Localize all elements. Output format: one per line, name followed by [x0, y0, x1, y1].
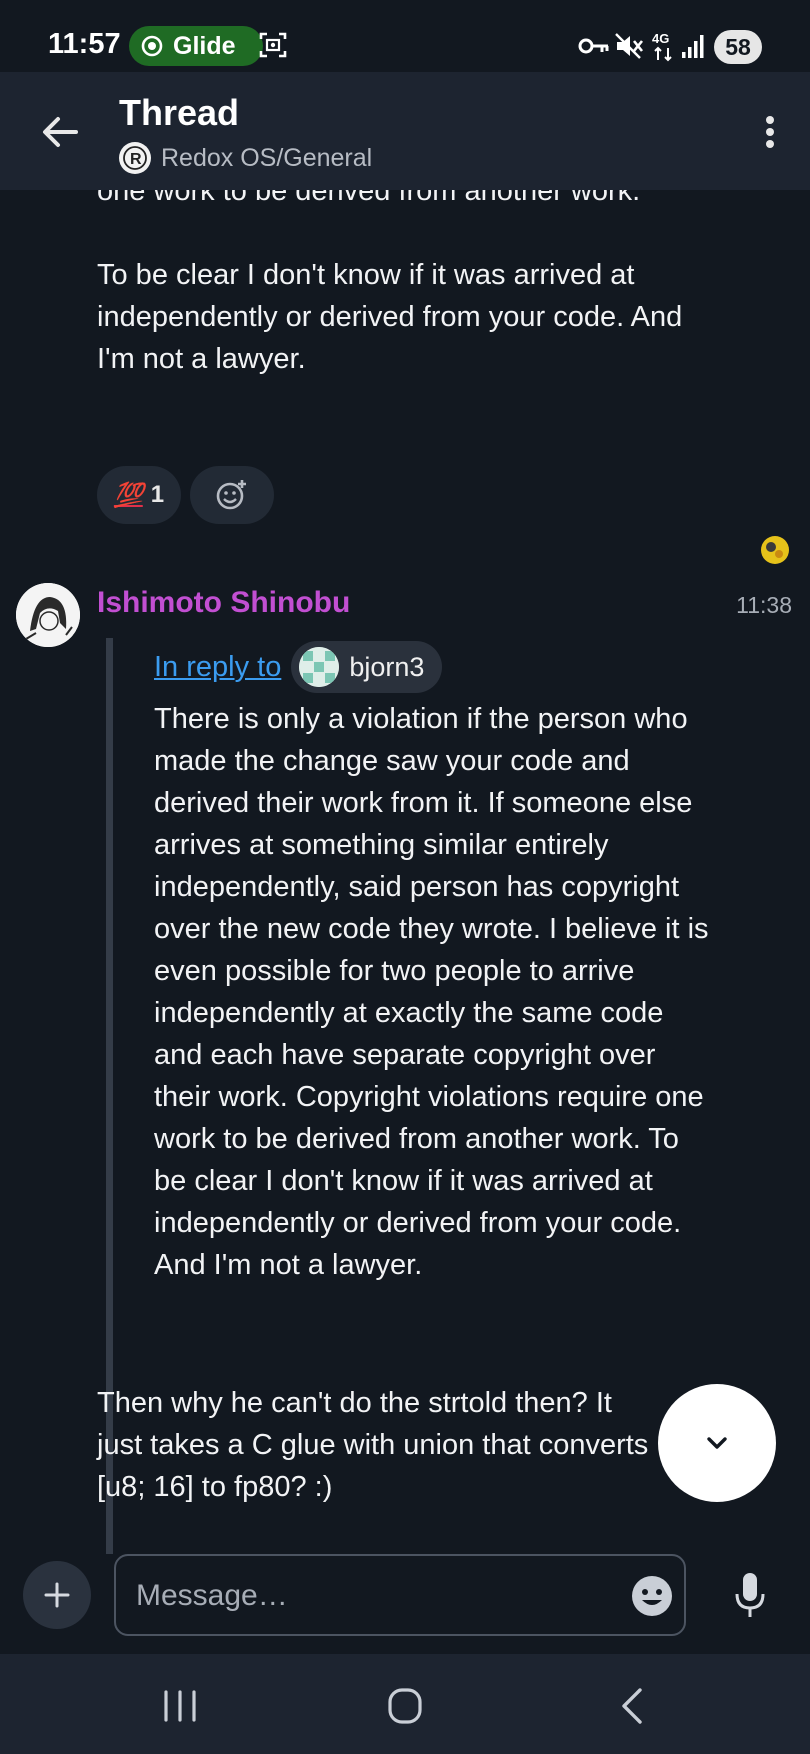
reaction-chip[interactable]: 💯 1	[97, 466, 181, 524]
message-timestamp: 11:38	[736, 592, 792, 618]
message-timeline[interactable]: one work to be derived from another work…	[0, 190, 810, 1554]
plus-icon	[44, 1582, 70, 1608]
in-reply-to-link[interactable]: In reply to	[154, 651, 281, 684]
emoji-icon[interactable]	[630, 1574, 674, 1618]
chevron-down-icon	[707, 1437, 727, 1449]
hundred-emoji-icon: 💯	[113, 481, 144, 509]
reply-user-avatar	[299, 647, 340, 687]
reaction-count: 1	[150, 481, 165, 508]
svg-text:R: R	[130, 151, 142, 168]
mute-icon	[615, 33, 644, 59]
reply-user-name: bjorn3	[349, 651, 425, 682]
attach-button[interactable]	[23, 1561, 91, 1629]
earlier-message-text: To be clear I don't know if it was arriv…	[97, 259, 683, 375]
message-body: Then why he can't do the strtold then? I…	[97, 1387, 649, 1503]
nav-back-icon[interactable]	[612, 1684, 652, 1728]
page-title: Thread	[119, 92, 240, 133]
back-arrow-icon[interactable]	[36, 108, 84, 156]
app-header: Thread R Redox OS/General	[0, 72, 810, 190]
recents-icon[interactable]	[160, 1686, 200, 1726]
microphone-icon[interactable]	[730, 1570, 770, 1620]
status-bar: 11:57 Glide 4G 58	[0, 0, 810, 72]
battery-icon: 58	[714, 30, 762, 64]
room-breadcrumb[interactable]: R Redox OS/General	[119, 142, 372, 174]
reply-user-pill[interactable]: bjorn3	[291, 641, 443, 693]
add-reaction-icon	[216, 480, 246, 510]
sender-name[interactable]: Ishimoto Shinobu	[97, 586, 350, 620]
room-name: Redox OS/General	[161, 143, 373, 172]
svg-text:4G: 4G	[652, 31, 669, 46]
avatar[interactable]	[16, 583, 80, 647]
scroll-to-bottom-button[interactable]	[658, 1384, 776, 1502]
message-input-box[interactable]	[114, 1554, 686, 1636]
earlier-message-partial: one work to be derived from another work…	[97, 190, 641, 207]
reply-header: In reply to bjorn3	[154, 638, 443, 696]
system-nav-bar	[0, 1654, 810, 1754]
home-icon[interactable]	[385, 1684, 425, 1728]
read-receipt-avatar[interactable]	[760, 535, 790, 565]
vpn-key-icon	[578, 38, 609, 54]
signal-icon	[682, 35, 704, 58]
message-input[interactable]	[134, 1570, 618, 1622]
room-avatar-icon: R	[119, 142, 151, 174]
message-composer	[0, 1554, 810, 1654]
add-reaction-button[interactable]	[190, 466, 274, 524]
more-vert-icon[interactable]	[754, 108, 786, 156]
network-4g-icon: 4G	[652, 31, 672, 62]
reply-quote-text: There is only a violation if the person …	[154, 703, 709, 1281]
